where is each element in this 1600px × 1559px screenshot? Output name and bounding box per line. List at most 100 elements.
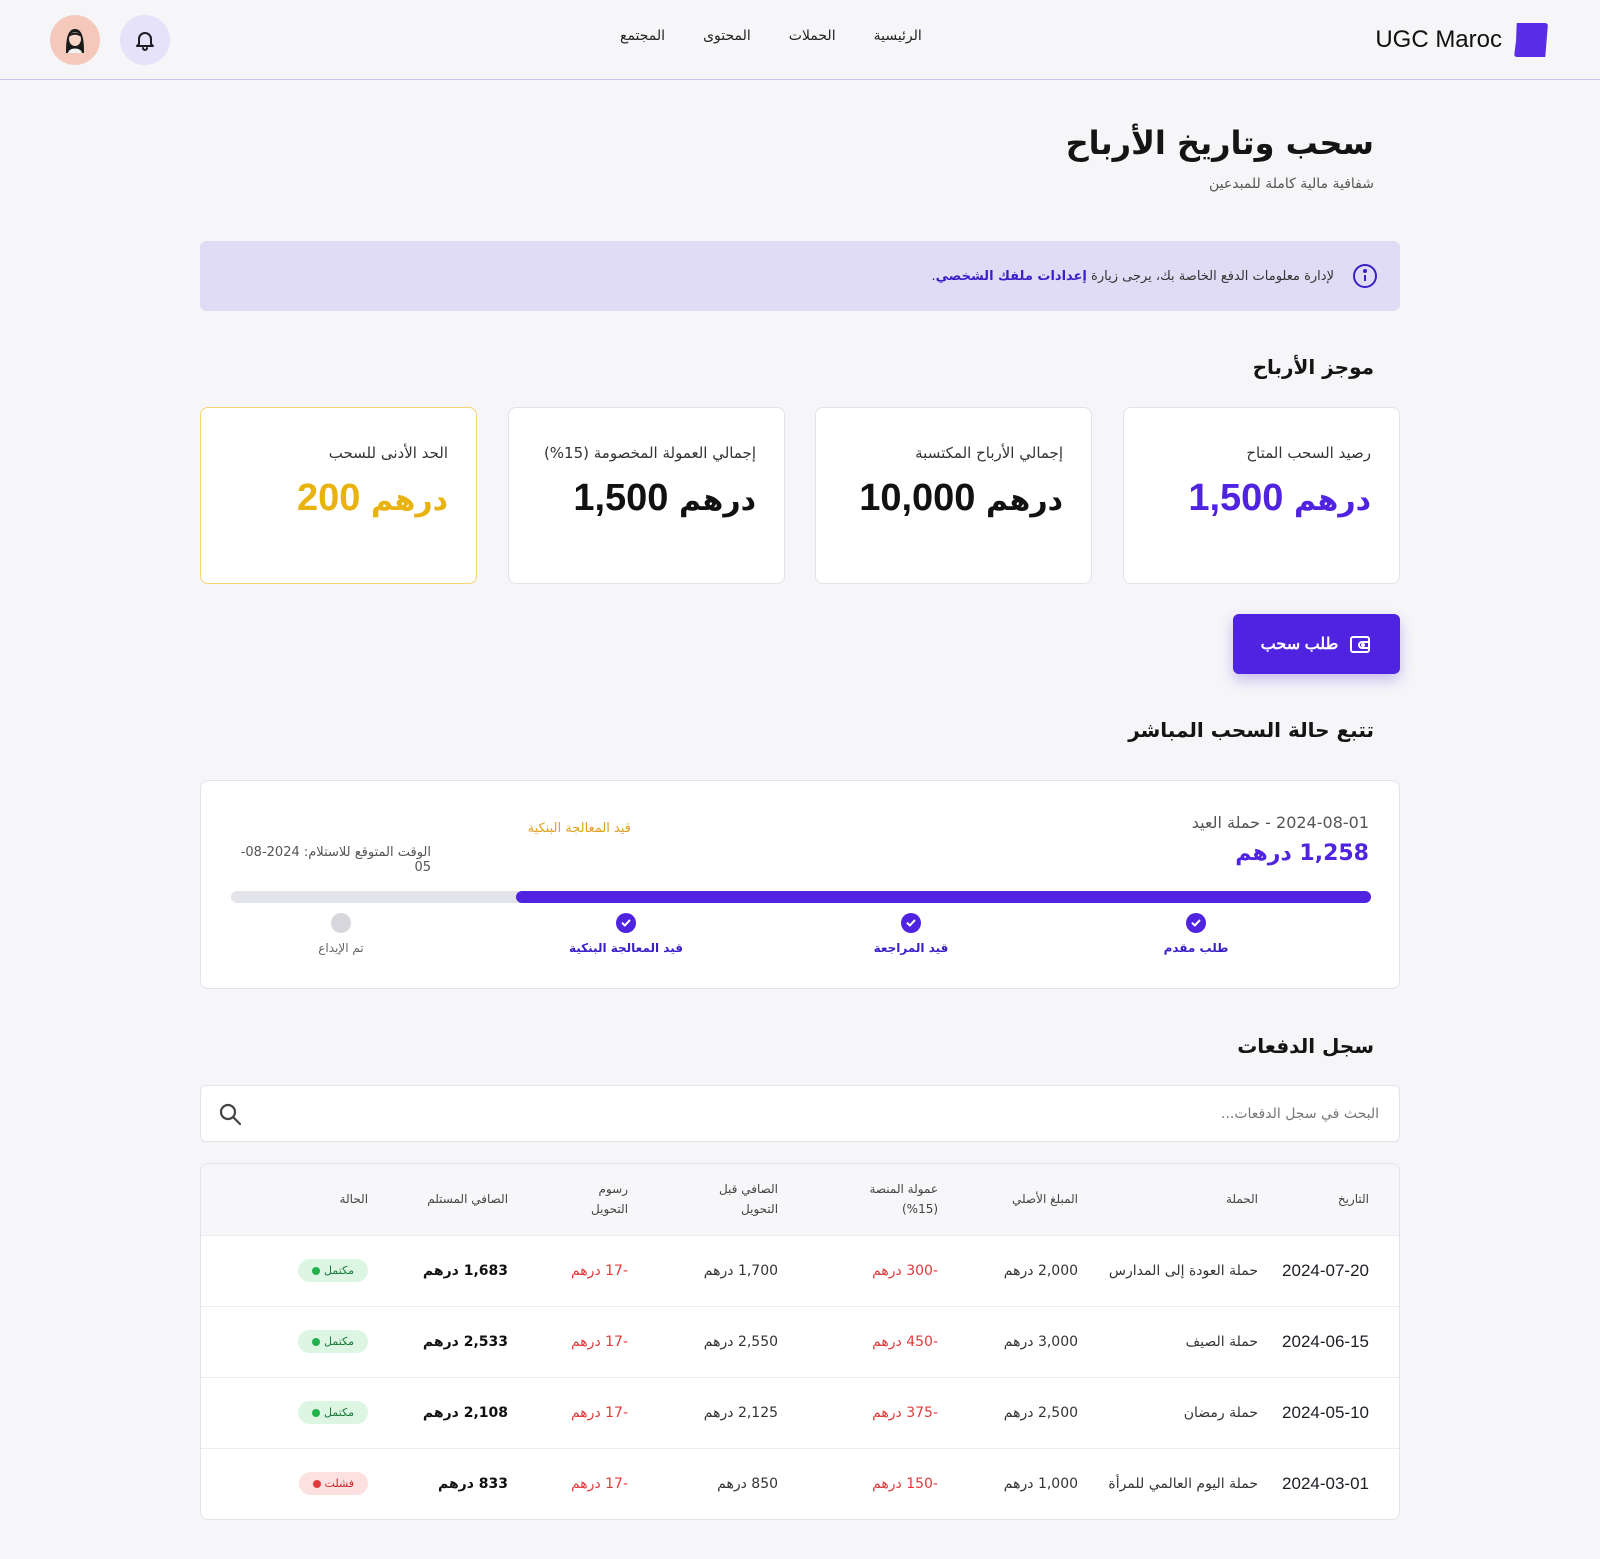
commission-header-text: عمولة المنصة (15%) xyxy=(869,1182,939,1217)
minimum-withdrawal-card: الحد الأدنى للسحب درهم 200 xyxy=(200,407,477,584)
currency: درهم xyxy=(679,483,756,518)
brand-name: UGC Maroc xyxy=(1375,26,1502,53)
main-nav: الرئيسية الحملات المحتوى المجتمع xyxy=(620,28,922,44)
payment-history-table: التاريخ الحملة المبلغ الأصلي عمولة المنص… xyxy=(200,1163,1400,1520)
card-value: درهم 1,500 xyxy=(537,477,756,520)
currency: درهم xyxy=(986,483,1063,518)
column-header-status: الحالة xyxy=(339,1192,369,1207)
cell-original: 2,500 درهم xyxy=(1003,1404,1079,1421)
table-row[interactable]: 2024-05-10 حملة رمضان 2,500 درهم -375 در… xyxy=(201,1377,1399,1448)
card-label: رصيد السحب المتاح xyxy=(1246,444,1371,462)
cell-net: 2,108 درهم xyxy=(422,1404,509,1421)
history-search xyxy=(200,1085,1400,1142)
cell-commission: -375 درهم xyxy=(872,1404,939,1421)
table-row[interactable]: 2024-03-01 حملة اليوم العالمي للمرأة 1,0… xyxy=(201,1448,1399,1519)
status-badge: مكتمل xyxy=(298,1401,369,1424)
history-search-input[interactable] xyxy=(279,1100,1379,1128)
cell-status: فشلت xyxy=(201,1448,380,1519)
table-header-row: التاريخ الحملة المبلغ الأصلي عمولة المنص… xyxy=(201,1164,1399,1235)
card-label: إجمالي العمولة المخصومة (15%) xyxy=(543,444,756,462)
card-value: درهم 200 xyxy=(229,477,448,520)
cell-fee: -17 درهم xyxy=(570,1475,629,1492)
status-dot-icon xyxy=(312,1266,321,1275)
step-label: تم الإيداع xyxy=(318,941,364,955)
earnings-summary-title: موجز الأرباح xyxy=(1252,355,1374,379)
cell-net: 833 درهم xyxy=(437,1475,509,1492)
tracking-date-campaign: 2024-08-01 - حملة العيد xyxy=(1191,813,1369,832)
nav-item-community[interactable]: المجتمع xyxy=(620,28,665,44)
search-icon[interactable] xyxy=(217,1101,243,1127)
step-bank-processing: قيد المعالجة البنكية xyxy=(546,913,706,955)
check-icon xyxy=(901,913,921,933)
cell-original: 1,000 درهم xyxy=(1003,1475,1079,1492)
progress-bar-fill xyxy=(516,891,1371,903)
info-banner-message: لإدارة معلومات الدفع الخاصة بك، يرجى زيا… xyxy=(1091,268,1334,284)
card-label: الحد الأدنى للسحب xyxy=(328,444,448,462)
available-balance-card: رصيد السحب المتاح درهم 1,500 xyxy=(1123,407,1400,584)
step-review: قيد المراجعة xyxy=(831,913,991,955)
amount: 1,500 xyxy=(573,477,669,519)
step-label: طلب مقدم xyxy=(1163,941,1229,955)
cell-fee: -17 درهم xyxy=(570,1333,629,1350)
cell-status: مكتمل xyxy=(201,1306,380,1377)
request-withdrawal-button[interactable]: طلب سحب xyxy=(1233,614,1400,674)
cell-commission: -300 درهم xyxy=(872,1262,939,1279)
top-navbar: UGC Maroc الرئيسية الحملات المحتوى المجت… xyxy=(0,0,1600,80)
status-dot-icon xyxy=(312,1337,321,1346)
nav-item-home[interactable]: الرئيسية xyxy=(874,28,922,44)
cell-status: مكتمل xyxy=(201,1377,380,1448)
table-row[interactable]: 2024-06-15 حملة الصيف 3,000 درهم -450 در… xyxy=(201,1306,1399,1377)
tracking-title: تتبع حالة السحب المباشر xyxy=(1128,718,1374,742)
table-row[interactable]: 2024-07-20 حملة العودة إلى المدارس 2,000… xyxy=(201,1235,1399,1306)
column-header-commission: عمولة المنصة (15%) xyxy=(790,1164,950,1235)
withdraw-button-label: طلب سحب xyxy=(1260,636,1339,653)
column-header-net: الصافي المستلم xyxy=(427,1192,509,1207)
profile-settings-link[interactable]: إعدادات ملفك الشخصي xyxy=(936,269,1087,284)
cell-date: 2024-07-20 xyxy=(1282,1260,1369,1280)
cell-date: 2024-06-15 xyxy=(1282,1331,1369,1351)
info-icon xyxy=(1353,264,1377,288)
cell-fee: -17 درهم xyxy=(570,1262,629,1279)
tracking-amount: 1,258 درهم xyxy=(1235,841,1369,866)
cell-campaign: حملة اليوم العالمي للمرأة xyxy=(1108,1475,1259,1492)
info-banner: لإدارة معلومات الدفع الخاصة بك، يرجى زيا… xyxy=(200,241,1400,311)
page-subtitle: شفافية مالية كاملة للمبدعين xyxy=(1209,176,1374,192)
cell-commission: -450 درهم xyxy=(872,1333,939,1350)
currency: درهم xyxy=(1294,483,1371,518)
status-badge: مكتمل xyxy=(298,1330,369,1353)
card-value: درهم 1,500 xyxy=(1152,477,1371,520)
step-submitted: طلب مقدم xyxy=(1116,913,1276,955)
column-header-date: التاريخ xyxy=(1337,1192,1369,1207)
cell-fee: -17 درهم xyxy=(570,1404,629,1421)
status-text: مكتمل xyxy=(324,1264,355,1277)
currency: درهم xyxy=(371,483,448,518)
status-dot-icon xyxy=(312,1479,321,1488)
amount: 1,500 xyxy=(1188,477,1284,519)
step-label: قيد المعالجة البنكية xyxy=(569,941,683,955)
notifications-button[interactable] xyxy=(120,15,170,65)
payment-history-title: سجل الدفعات xyxy=(1237,1034,1374,1058)
column-header-original: المبلغ الأصلي xyxy=(1011,1192,1079,1207)
tracking-eta: الوقت المتوقع للاستلام: 2024-08-05 xyxy=(240,845,431,875)
step-label: قيد المراجعة xyxy=(873,941,949,955)
cell-pre-net: 850 درهم xyxy=(717,1475,779,1492)
total-earnings-card: إجمالي الأرباح المكتسبة درهم 10,000 xyxy=(815,407,1092,584)
user-avatar[interactable] xyxy=(50,15,100,65)
cell-campaign: حملة رمضان xyxy=(1183,1404,1259,1421)
cell-status: مكتمل xyxy=(201,1235,380,1306)
cell-campaign: حملة العودة إلى المدارس xyxy=(1108,1262,1259,1279)
nav-item-campaigns[interactable]: الحملات xyxy=(789,28,836,44)
status-dot-icon xyxy=(312,1408,321,1417)
fee-header-text: رسوم التحويل xyxy=(591,1182,629,1217)
nav-item-content[interactable]: المحتوى xyxy=(703,28,751,44)
brand-logo-icon xyxy=(1514,23,1548,57)
tracking-status: قيد المعالجة البنكية xyxy=(527,821,631,836)
withdrawal-tracking-card: 2024-08-01 - حملة العيد 1,258 درهم قيد ا… xyxy=(200,780,1400,989)
status-text: مكتمل xyxy=(324,1335,355,1348)
check-icon xyxy=(616,913,636,933)
progress-bar xyxy=(231,891,1371,903)
cell-date: 2024-03-01 xyxy=(1282,1473,1369,1493)
brand[interactable]: UGC Maroc xyxy=(1375,22,1548,58)
card-value: درهم 10,000 xyxy=(844,477,1063,520)
page-title: سحب وتاريخ الأرباح xyxy=(1065,124,1374,162)
